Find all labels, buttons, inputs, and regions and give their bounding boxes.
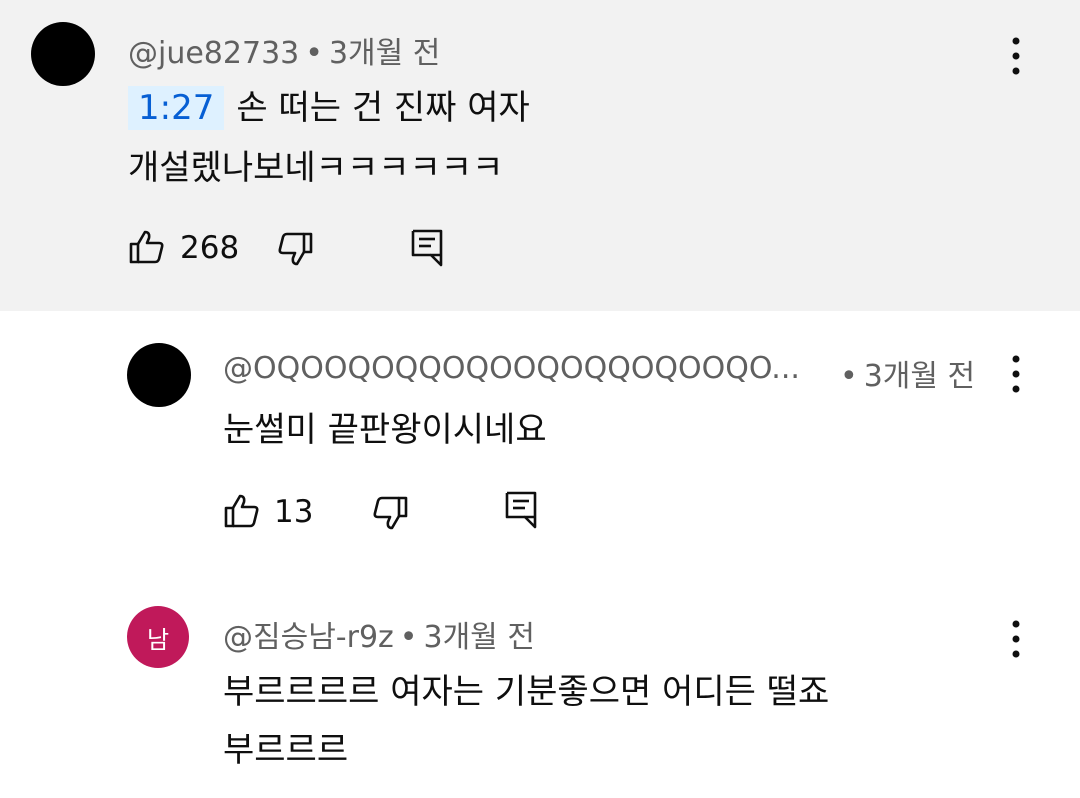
timestamp-link[interactable]: 1:27 xyxy=(128,86,225,130)
reply-icon[interactable] xyxy=(410,228,444,268)
avatar[interactable] xyxy=(127,343,191,407)
comment-text-line: 부르르르르 여자는 기분좋으면 어디든 떨죠 xyxy=(223,672,830,712)
comment-meta: @OQOOQOQQOQOOQOQQOQOOQO... xyxy=(223,351,800,386)
like-count: 268 xyxy=(180,230,240,266)
separator: • xyxy=(399,620,418,655)
more-options-icon[interactable] xyxy=(1008,36,1024,76)
comment-text-line: 부르르르 xyxy=(223,730,349,770)
comment-meta: @jue82733 • 3개월 전 xyxy=(128,28,440,72)
more-options-icon[interactable] xyxy=(1008,354,1024,394)
separator: • xyxy=(840,359,858,394)
avatar-letter: 남 xyxy=(146,625,170,654)
avatar[interactable] xyxy=(31,22,95,86)
comment-text: 손 떠는 건 진짜 여자 xyxy=(236,88,530,128)
author-handle[interactable]: @짐승남-r9z xyxy=(223,620,394,655)
author-handle[interactable]: @OQOOQOQQOQOOQOQQOQOOQO... xyxy=(223,351,800,386)
author-handle[interactable]: @jue82733 xyxy=(128,36,299,71)
comment-item: 남 @짐승남-r9z • 3개월 전 부르르르르 여자는 기분좋으면 어디든 떨죠 … xyxy=(0,576,1080,798)
avatar[interactable]: 남 xyxy=(127,606,189,668)
comment-time: 3개월 전 xyxy=(423,620,535,655)
more-options-icon[interactable] xyxy=(1008,619,1024,659)
comment-time: 3개월 전 xyxy=(328,36,441,71)
like-icon[interactable] xyxy=(128,228,166,266)
like-count: 13 xyxy=(274,494,314,530)
comment-item: @jue82733 • 3개월 전 1:27 손 떠는 건 진짜 여자 개설렜나보네ㅋ… xyxy=(0,0,1080,311)
reply-icon[interactable] xyxy=(504,490,538,530)
comment-time: 3개월 전 xyxy=(863,359,976,394)
comment-text-line: 1:27 손 떠는 건 진짜 여자 xyxy=(128,80,530,130)
separator: • xyxy=(305,36,323,71)
like-icon[interactable] xyxy=(223,492,261,530)
comment-text-line: 개설렜나보네ㅋㅋㅋㅋㅋㅋ xyxy=(128,148,504,188)
comment-meta: • 3개월 전 xyxy=(834,351,975,395)
comment-meta: @짐승남-r9z • 3개월 전 xyxy=(223,612,535,656)
comment-item: @OQOOQOQQOQOOQOQQOQOOQO... • 3개월 전 눈썰미 끝판… xyxy=(0,311,1080,576)
dislike-icon[interactable] xyxy=(276,230,314,268)
comment-text: 눈썰미 끝판왕이시네요 xyxy=(223,410,547,450)
dislike-icon[interactable] xyxy=(371,494,409,532)
